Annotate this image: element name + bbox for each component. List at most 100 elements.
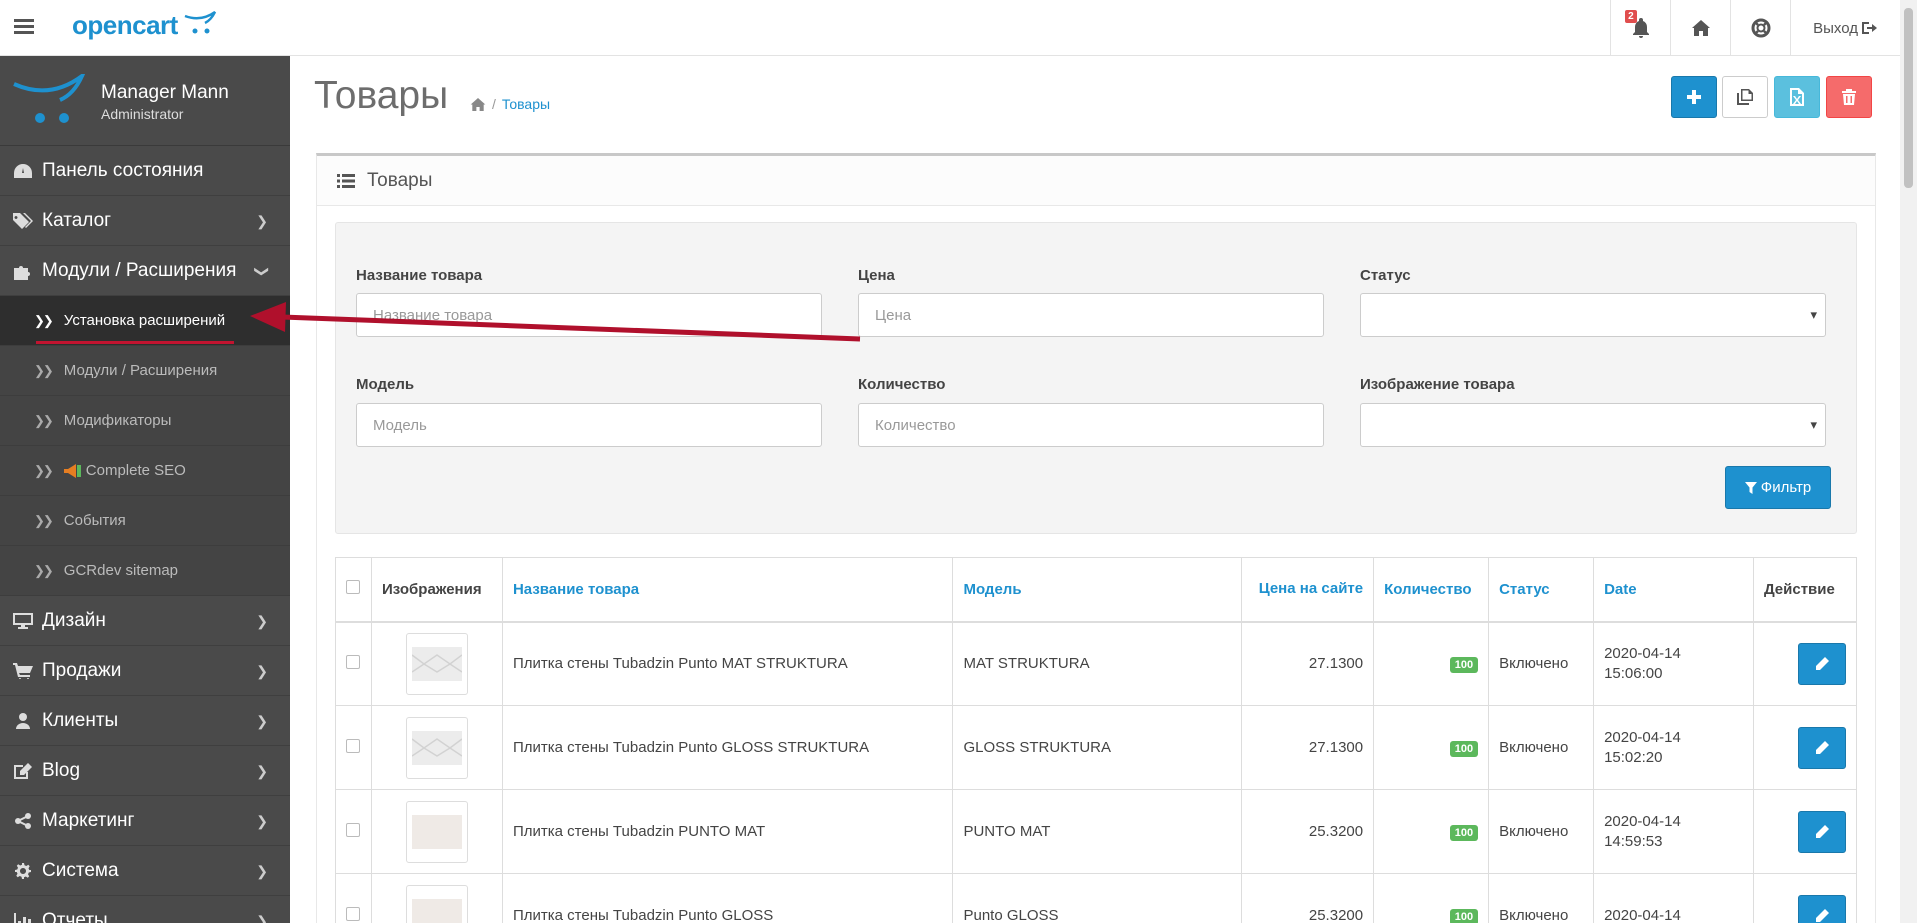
column-header-model[interactable]: Модель [952,557,1243,623]
row-checkbox[interactable] [346,822,361,837]
logo-text: opencart [72,10,178,40]
row-checkbox[interactable] [346,654,361,669]
edit-product-button[interactable] [1798,642,1846,685]
breadcrumb-products-link[interactable]: Товары [502,96,550,112]
home-button[interactable] [1670,0,1730,56]
copy-icon [1737,89,1753,105]
filter-button[interactable]: Фильтр [1725,466,1831,509]
bar-chart-icon [12,912,34,923]
sidebar-item-reports[interactable]: Отчеты ❯ [0,896,290,923]
sidebar-item-label: Клиенты [42,709,119,731]
row-date: 2020-04-14 [1604,812,1681,830]
sidebar-item-system[interactable]: Система ❯ [0,846,290,896]
user-profile: Manager Mann Administrator [0,56,290,146]
row-select-cell [335,873,372,923]
row-status: Включено [1488,621,1595,706]
quantity-badge: 100 [1449,741,1479,757]
filter-model-input[interactable]: Модель [356,403,822,447]
row-action-cell [1752,789,1858,874]
sidebar-subitem-complete-seo[interactable]: ❯❯ Complete SEO [0,446,290,496]
row-time: 14:59:53 [1604,832,1663,850]
pencil-icon [1815,908,1829,923]
row-model: GLOSS STRUKTURA [952,705,1243,790]
cart-icon [12,662,34,680]
row-image-cell [370,705,503,790]
logout-button[interactable]: Выход [1790,0,1900,56]
sidebar-item-blog[interactable]: Blog ❯ [0,746,290,796]
select-all-checkbox[interactable] [346,580,361,595]
sidebar-subitem-label: События [63,512,126,529]
sidebar-subitem-label: Модули / Расширения [63,362,218,379]
export-excel-button[interactable] [1774,76,1820,118]
row-date: 2020-04-14 [1604,644,1681,662]
column-header-image: Изображения [370,557,503,623]
sidebar-subitem-events[interactable]: ❯❯ События [0,496,290,546]
edit-product-button[interactable] [1798,810,1846,853]
row-name: Плитка стены Tubadzin Punto MAT STRUKTUR… [501,621,954,706]
column-header-status[interactable]: Статус [1488,557,1595,623]
copy-product-button[interactable] [1722,76,1768,118]
filter-price-input[interactable]: Цена [858,293,1324,337]
scrollbar-thumb[interactable] [1904,8,1913,188]
lifebuoy-icon [1751,18,1771,38]
filter-image-select[interactable] [1360,403,1826,447]
sidebar-item-label: Отчеты [42,909,108,923]
double-chevron-icon: ❯❯ [34,462,54,478]
sidebar-item-label: Дизайн [42,609,106,631]
sidebar-item-customers[interactable]: Клиенты ❯ [0,696,290,746]
chevron-right-icon: ❯ [256,213,268,229]
opencart-logo[interactable]: opencart [72,10,217,46]
sidebar-subitem-extension-installer[interactable]: ❯❯ Установка расширений [0,296,290,346]
table-row: Плитка стены Tubadzin Punto GLOSS STRUKT… [335,705,1858,790]
edit-product-button[interactable] [1798,894,1846,923]
filter-form: Название товара Название товара Цена Цен… [335,222,1857,534]
quantity-badge: 100 [1449,825,1479,841]
filter-status-label: Статус [1360,267,1411,284]
row-date-cell: 2020-04-14 15:06:00 [1593,621,1754,706]
filter-quantity-input[interactable]: Количество [858,403,1324,447]
main-content: Товары / Товары Товары Название товара Н… [290,56,1900,923]
sidebar: Manager Mann Administrator Панель состоя… [0,56,290,923]
edit-product-button[interactable] [1798,726,1846,769]
filter-name-input[interactable]: Название товара [356,293,822,337]
sidebar-subitem-gcrdev-sitemap[interactable]: ❯❯ GCRdev sitemap [0,546,290,596]
table-row: Плитка стены Tubadzin PUNTO MAT PUNTO MAT… [335,789,1858,874]
seo-megaphone-icon [63,463,82,479]
breadcrumb: / Товары [470,96,550,112]
row-quantity-cell: 100 [1373,705,1490,790]
sidebar-item-sales[interactable]: Продажи ❯ [0,646,290,696]
sidebar-subitem-extensions[interactable]: ❯❯ Модули / Расширения [0,346,290,396]
sidebar-item-dashboard[interactable]: Панель состояния [0,146,290,196]
sidebar-item-marketing[interactable]: Маркетинг ❯ [0,796,290,846]
sidebar-item-design[interactable]: Дизайн ❯ [0,596,290,646]
filter-status-select[interactable] [1360,293,1826,337]
column-header-quantity[interactable]: Количество [1373,557,1490,623]
menu-toggle-button[interactable] [14,16,38,40]
logout-label: Выход [1813,19,1858,37]
filter-quantity-label: Количество [858,376,946,393]
products-panel: Товары Название товара Название товара Ц… [316,153,1876,923]
sidebar-subitem-modifications[interactable]: ❯❯ Модификаторы [0,396,290,446]
notifications-button[interactable]: 2 [1610,0,1670,56]
sidebar-item-catalog[interactable]: Каталог ❯ [0,196,290,246]
chevron-right-icon: ❯ [256,863,268,879]
column-header-name[interactable]: Название товара [501,557,954,623]
row-checkbox[interactable] [346,738,361,753]
help-button[interactable] [1730,0,1790,56]
page-scrollbar[interactable] [1900,0,1917,923]
add-product-button[interactable] [1671,76,1717,118]
home-icon[interactable] [470,97,486,111]
column-header-price[interactable]: Цена на сайте [1241,557,1375,623]
sidebar-subitem-label: Модификаторы [63,412,172,429]
filter-button-label: Фильтр [1760,479,1812,496]
cart-logo-icon [184,10,217,34]
chevron-right-icon: ❯ [256,713,268,729]
tags-icon [12,212,34,230]
trash-icon [1842,89,1856,105]
column-header-date[interactable]: Date [1593,557,1754,623]
product-thumbnail [405,716,468,779]
row-checkbox[interactable] [346,906,361,921]
delete-product-button[interactable] [1826,76,1872,118]
sidebar-item-extensions[interactable]: Модули / Расширения ❯ [0,246,290,296]
product-thumbnail [405,884,468,923]
